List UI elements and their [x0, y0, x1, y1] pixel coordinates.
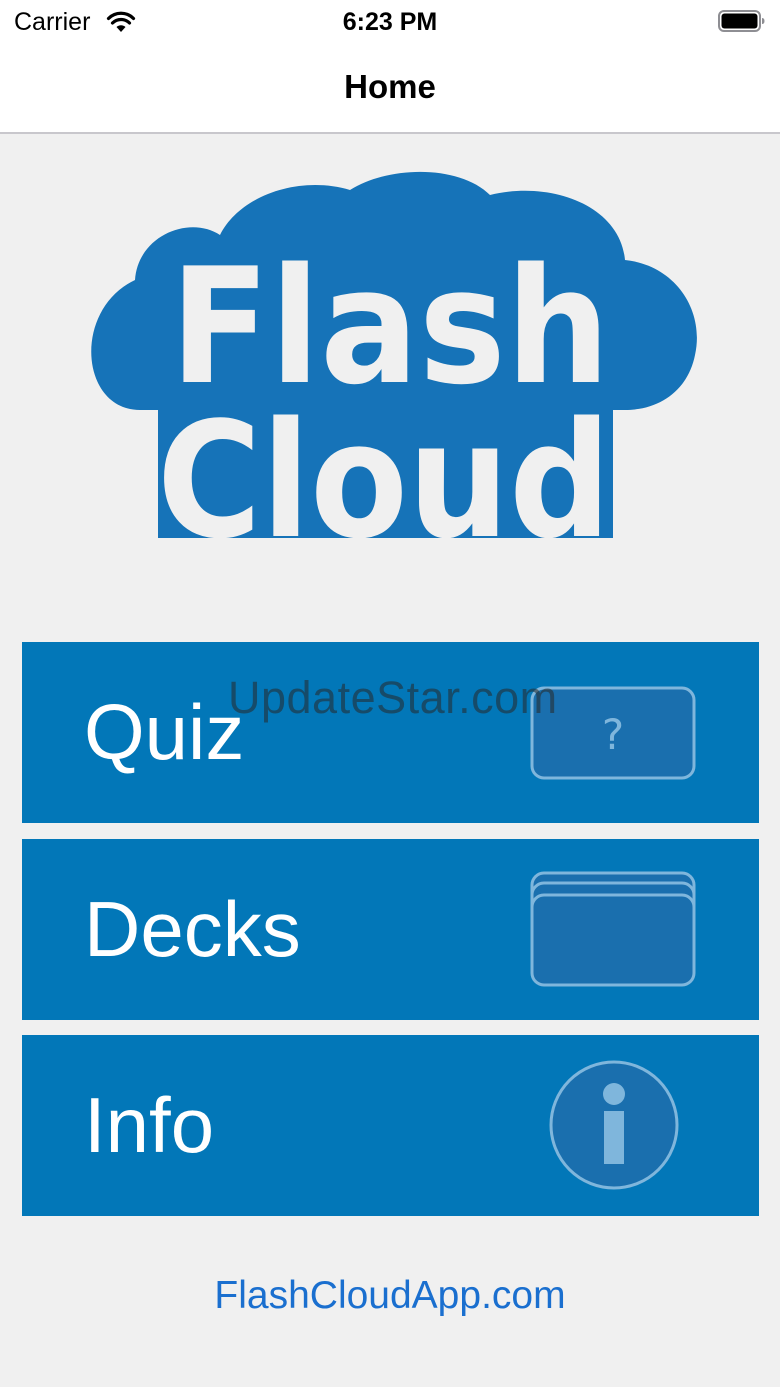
decks-button[interactable]: Decks: [22, 839, 759, 1020]
status-time: 6:23 PM: [342, 8, 438, 36]
info-label: Info: [84, 1081, 215, 1169]
page-title: Home: [344, 68, 436, 105]
flash-cloud-logo: Flash Cloud: [91, 171, 697, 550]
info-circle-icon: [549, 1060, 679, 1190]
navigation-bar: Home: [0, 44, 780, 134]
home-screen: Carrier 6:23 PM Home Flash Cloud Quiz ? …: [0, 0, 780, 1387]
battery-icon: [718, 10, 765, 32]
decks-label: Decks: [84, 885, 301, 973]
status-bar: Carrier 6:23 PM: [0, 0, 780, 44]
logo-word-cloud: Cloud: [157, 387, 611, 550]
question-mark-text: ?: [602, 710, 624, 759]
info-button[interactable]: Info: [22, 1035, 759, 1216]
website-link[interactable]: FlashCloudApp.com: [0, 1274, 780, 1318]
question-card-icon: ?: [530, 686, 696, 780]
stacked-cards-icon: [530, 871, 696, 987]
quiz-label: Quiz: [84, 688, 245, 776]
quiz-button[interactable]: Quiz ?: [22, 642, 759, 823]
